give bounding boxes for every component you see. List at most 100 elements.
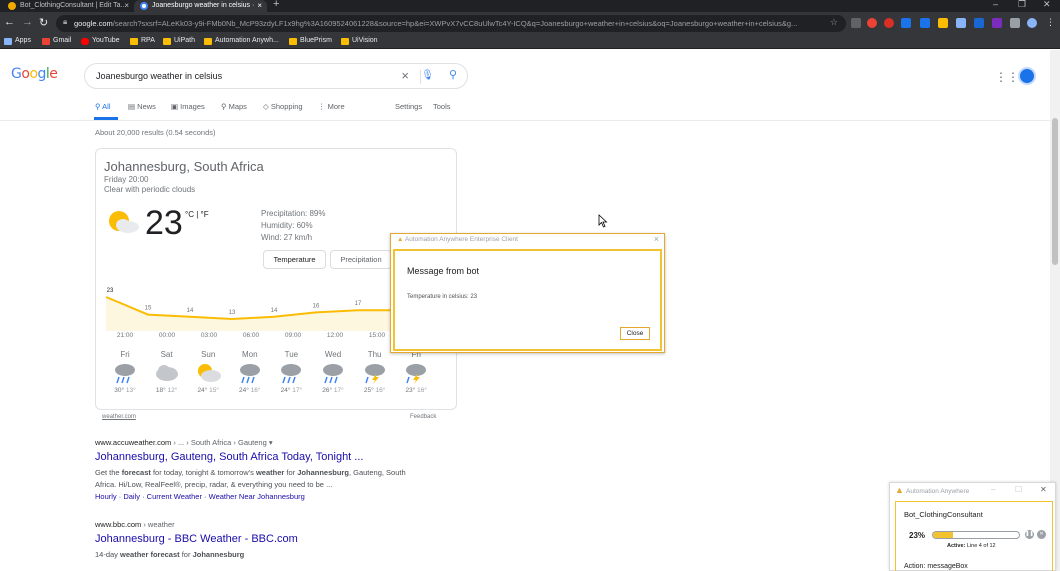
- automation-anywhere-logo-icon: ▲: [397, 236, 405, 243]
- bookmark-rpa[interactable]: RPA: [130, 37, 155, 45]
- reload-icon[interactable]: ↻: [39, 16, 48, 29]
- chart-hour-label: 03:00: [200, 332, 218, 339]
- close-button[interactable]: Close: [620, 327, 650, 340]
- lock-icon[interactable]: 🔒︎: [63, 17, 67, 27]
- folder-icon: [341, 38, 349, 45]
- temperature-unit-toggle[interactable]: °C | °F: [185, 210, 209, 219]
- forecast-day-label[interactable]: Mon: [235, 350, 265, 359]
- google-doodle-logo[interactable]: Google: [11, 66, 58, 82]
- extension-icon[interactable]: [956, 18, 966, 28]
- profile-avatar-icon[interactable]: [1027, 18, 1037, 28]
- result-title-link[interactable]: Johannesburg, Gauteng, South Africa Toda…: [95, 451, 363, 463]
- extensions-puzzle-icon[interactable]: [1010, 18, 1020, 28]
- message-box-dialog: ▲ Automation Anywhere Enterprise Client …: [390, 233, 665, 353]
- news-icon: ▤: [128, 102, 138, 111]
- forecast-day-label[interactable]: Fri: [110, 350, 140, 359]
- tab-maps[interactable]: ⚲ Maps: [221, 102, 247, 111]
- bookmark-uivision[interactable]: UiVision: [341, 37, 378, 45]
- panel-maximize-button[interactable]: ☐: [1015, 485, 1022, 494]
- dialog-heading: Message from bot: [407, 266, 480, 276]
- chart-hour-label: 09:00: [284, 332, 302, 339]
- result-title-link[interactable]: Johannesburg - BBC Weather - BBC.com: [95, 533, 298, 545]
- forecast-day-label[interactable]: Thu: [360, 350, 390, 359]
- tab-images[interactable]: ▣ Images: [171, 102, 205, 111]
- forecast-day-label[interactable]: Tue: [276, 350, 306, 359]
- more-dots-icon: ⋮: [318, 102, 328, 111]
- forecast-day-label[interactable]: Sun: [193, 350, 223, 359]
- forward-arrow-icon[interactable]: →: [22, 16, 33, 28]
- result-snippet: 14-day weather forecast for Johannesburg: [95, 550, 245, 559]
- search-box[interactable]: Joanesburgo weather in celsius × 🎙︎ ⚲: [84, 63, 468, 89]
- search-input[interactable]: Joanesburgo weather in celsius: [96, 71, 222, 81]
- back-arrow-icon[interactable]: ←: [4, 16, 15, 28]
- result-sitelinks[interactable]: Hourly · Daily · Current Weather · Weath…: [95, 492, 305, 501]
- mouse-cursor-icon: [598, 214, 608, 228]
- close-window-button[interactable]: ✕: [1043, 0, 1051, 10]
- weather-time: Friday 20:00: [104, 175, 149, 184]
- extension-icon[interactable]: [920, 18, 930, 28]
- rain-icon: [276, 362, 306, 384]
- extension-icon[interactable]: [867, 18, 877, 28]
- feedback-link[interactable]: Feedback: [410, 414, 436, 420]
- dialog-close-icon[interactable]: ×: [654, 234, 659, 244]
- extension-icon[interactable]: [851, 18, 861, 28]
- tab-close-icon[interactable]: ×: [257, 0, 262, 11]
- tab-all[interactable]: ⚲ All: [95, 102, 111, 111]
- account-avatar[interactable]: [1018, 67, 1036, 85]
- result-snippet: Get the forecast for today, tonight & to…: [95, 468, 406, 489]
- header-divider: [0, 120, 1050, 121]
- cloud-icon: [152, 362, 182, 384]
- bookmarks-bar: Apps Gmail YouTube RPA UiPath Automation…: [0, 35, 1060, 49]
- tab-google-search[interactable]: Joanesburgo weather in celsius · ×: [134, 0, 267, 12]
- automation-anywhere-panel: ▲ Automation Anywhere – ☐ ✕ Bot_Clothing…: [889, 482, 1056, 571]
- automation-anywhere-favicon-icon: [8, 2, 16, 10]
- tag-icon: ◇: [263, 102, 271, 111]
- chrome-menu-icon[interactable]: ⋮: [1046, 17, 1055, 28]
- bookmark-apps[interactable]: Apps: [4, 37, 31, 45]
- microphone-icon[interactable]: 🎙︎: [421, 70, 434, 81]
- chart-data-label: 14: [187, 308, 194, 314]
- settings-link[interactable]: Settings: [395, 102, 422, 111]
- forecast-day-label[interactable]: Wed: [318, 350, 348, 359]
- extension-icon[interactable]: [884, 18, 894, 28]
- bookmark-gmail[interactable]: Gmail: [42, 37, 71, 45]
- temperature-tab-button[interactable]: Temperature: [263, 250, 326, 269]
- forecast-day-label[interactable]: Sat: [152, 350, 182, 359]
- chart-hour-label: 15:00: [368, 332, 386, 339]
- result-stats: About 20,000 results (0.54 seconds): [95, 128, 216, 137]
- extension-icon[interactable]: [938, 18, 948, 28]
- stop-icon[interactable]: ✕: [1037, 530, 1046, 539]
- extension-icon[interactable]: [992, 18, 1002, 28]
- panel-minimize-button[interactable]: –: [991, 485, 995, 494]
- weather-source-link[interactable]: weather.com: [102, 414, 136, 420]
- clear-search-icon[interactable]: ×: [401, 68, 409, 83]
- precipitation-tab-button[interactable]: Precipitation: [330, 250, 392, 269]
- wind-text: Wind: 27 km/h: [261, 233, 313, 242]
- bookmark-blueprism[interactable]: BluePrism: [289, 37, 332, 45]
- tab-shopping[interactable]: ◇ Shopping: [263, 102, 303, 111]
- address-bar[interactable]: 🔒︎ google.com/search?sxsrf=ALeKk03-y9i-F…: [56, 15, 846, 32]
- extension-icon[interactable]: [974, 18, 984, 28]
- bookmark-star-icon[interactable]: ☆: [830, 17, 838, 28]
- pause-icon[interactable]: ❚❚: [1025, 530, 1034, 539]
- tab-bot-clothing-consultant[interactable]: Bot_ClothingConsultant | Edit Ta... ×: [2, 0, 134, 12]
- extension-icon[interactable]: [901, 18, 911, 28]
- bookmark-automation-anywhere[interactable]: Automation Anywh...: [204, 37, 279, 45]
- forecast-temps: 30° 13°: [114, 387, 136, 394]
- search-icon[interactable]: ⚲: [449, 68, 457, 81]
- forecast-temps: 25° 16°: [363, 387, 386, 394]
- scrollbar-thumb[interactable]: [1052, 118, 1058, 265]
- minimize-window-button[interactable]: –: [993, 0, 998, 9]
- tab-more[interactable]: ⋮ More: [318, 102, 345, 111]
- tools-link[interactable]: Tools: [433, 102, 451, 111]
- new-tab-button[interactable]: +: [273, 0, 279, 10]
- maximize-window-button[interactable]: ❐: [1018, 0, 1026, 10]
- panel-close-button[interactable]: ✕: [1040, 485, 1047, 494]
- url-text[interactable]: google.com/search?sxsrf=ALeKk03-y9i-FMb0…: [74, 19, 819, 28]
- bookmark-uipath[interactable]: UiPath: [163, 37, 195, 45]
- tab-news[interactable]: ▤ News: [128, 102, 156, 111]
- forecast-temps: 24° 15°: [197, 387, 219, 394]
- bookmark-youtube[interactable]: YouTube: [81, 37, 120, 45]
- tab-close-icon[interactable]: ×: [124, 0, 129, 11]
- chart-data-label: 14: [271, 308, 278, 314]
